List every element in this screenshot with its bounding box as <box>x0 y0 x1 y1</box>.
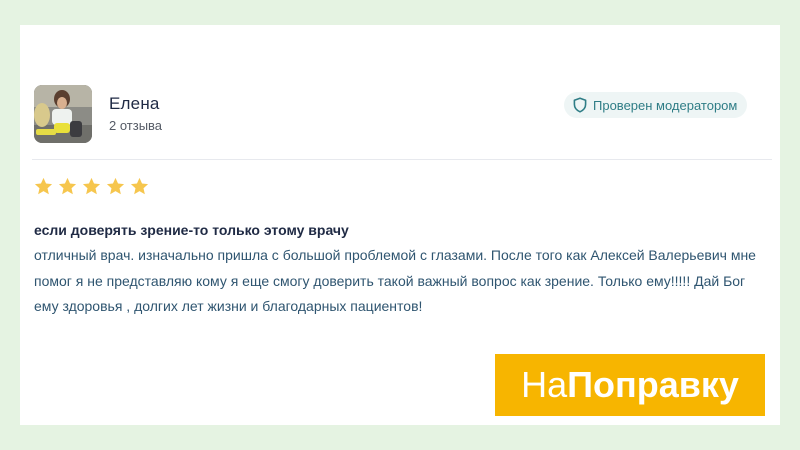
star-icon <box>58 177 77 195</box>
star-icon <box>106 177 125 195</box>
review-title: если доверять зрение-то только этому вра… <box>34 222 349 238</box>
logo-text-light: На <box>521 364 568 405</box>
review-card: Елена 2 отзыва Проверен модератором если… <box>20 25 780 425</box>
star-icon <box>82 177 101 195</box>
avatar[interactable] <box>34 85 92 143</box>
author-name[interactable]: Елена <box>109 94 160 114</box>
author-reviews-count: 2 отзыва <box>109 118 163 133</box>
logo-text-bold: Поправку <box>567 364 739 405</box>
shield-icon <box>573 97 587 113</box>
napopravku-logo: На Поправку <box>495 354 765 416</box>
review-text: отличный врач. изначально пришла с больш… <box>34 247 756 314</box>
star-icon <box>130 177 149 195</box>
badge-label: Проверен модератором <box>593 97 738 113</box>
rating-stars <box>33 176 150 197</box>
divider <box>32 159 772 160</box>
moderator-verified-badge: Проверен модератором <box>564 92 748 118</box>
star-icon <box>34 177 53 195</box>
